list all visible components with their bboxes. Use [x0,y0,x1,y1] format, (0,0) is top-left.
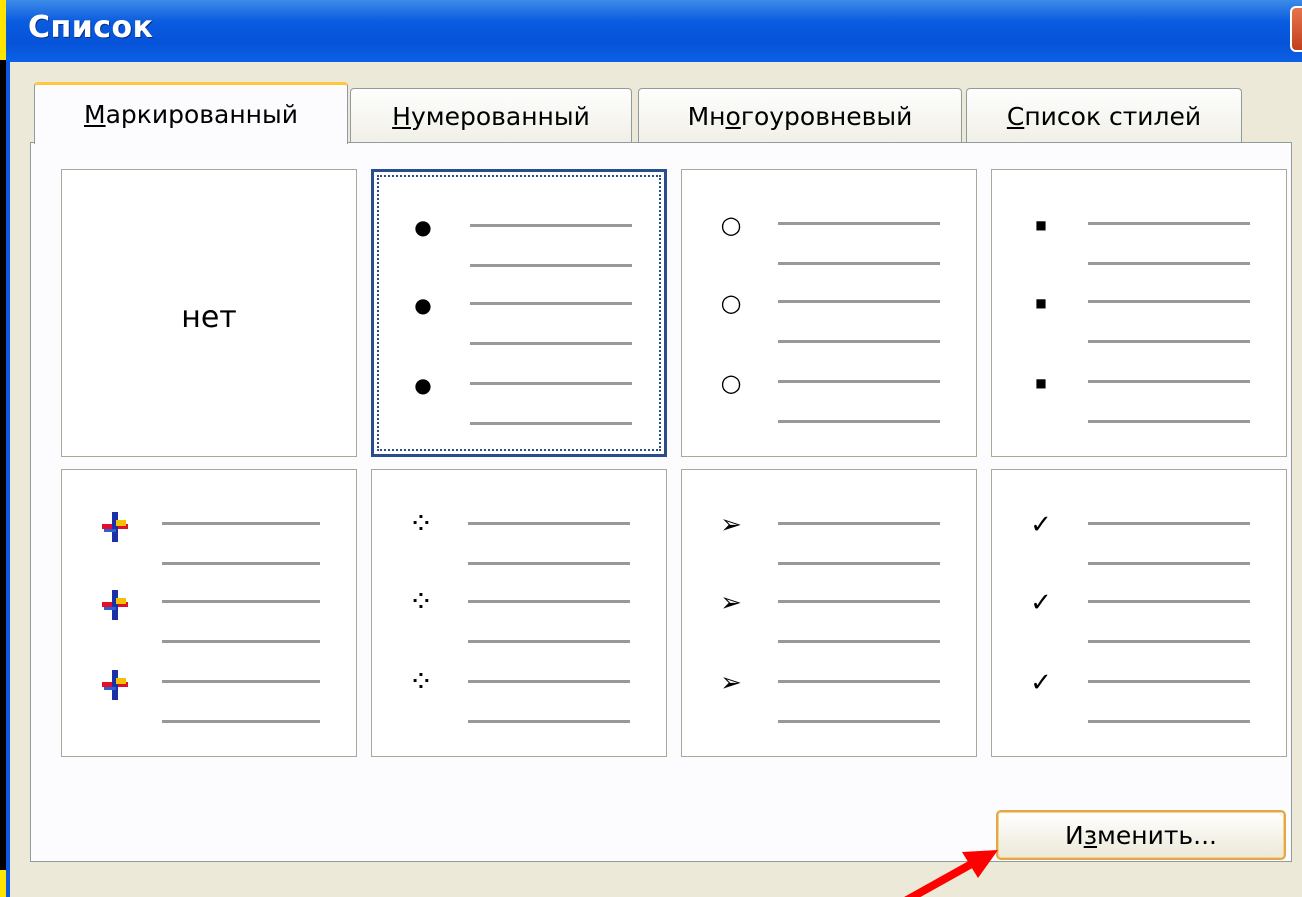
tab-label-u: С [1006,102,1025,131]
checkmark-bullet-icon: ✓ [1030,668,1052,698]
placeholder-line [162,680,320,683]
square-bullet-icon: ■ [1035,376,1047,390]
four-dots-bullet-icon: ⁘ [408,507,434,542]
tab-2[interactable]: Нумерованный [350,88,632,144]
tab-label-post: аркированный [105,100,298,129]
picture-plus-bullet-icon [98,510,128,542]
dialog-title: Список [28,10,154,45]
placeholder-line [1088,340,1250,343]
bullet-gallery-panel: нет ● ● ● ○ ○ ○ ■ ■ ■ ⁘ ⁘ ⁘ ➢ ➢ ➢ ✓ ✓ ✓ [30,142,1292,862]
bullet-style-checkmark[interactable]: ✓ ✓ ✓ [991,469,1287,757]
placeholder-line [1088,562,1250,565]
placeholder-line [1088,222,1250,225]
placeholder-line [778,262,940,265]
placeholder-line [778,720,940,723]
placeholder-line [778,600,940,603]
four-dots-bullet-icon: ⁘ [408,585,434,620]
tab-label-u: Н [392,102,411,131]
checkmark-bullet-icon: ✓ [1030,510,1052,540]
bullet-style-filled-circle[interactable]: ● ● ● [371,169,667,457]
bullet-style-square[interactable]: ■ ■ ■ [991,169,1287,457]
tab-label-post: писок стилей [1024,102,1202,131]
checkmark-bullet-icon: ✓ [1030,588,1052,618]
tab-label-u: о [725,102,741,131]
change-button-label-post: менить... [1097,820,1217,850]
placeholder-line [1088,522,1250,525]
title-bar[interactable]: Список ✕ [6,0,1302,62]
placeholder-line [778,300,940,303]
filled-circle-bullet-icon: ● [414,293,432,317]
picture-plus-bullet-icon [98,588,128,620]
four-dots-bullet-icon: ⁘ [408,665,434,700]
hollow-circle-bullet-icon: ○ [720,369,742,397]
tab-label-pre: Мн [687,102,726,131]
placeholder-line [470,224,632,227]
placeholder-line [1088,720,1250,723]
placeholder-line [470,264,632,267]
placeholder-line [1088,640,1250,643]
placeholder-line [1088,300,1250,303]
change-button-accesskey: з [1083,820,1097,850]
change-button[interactable]: Из менить... [996,810,1286,860]
bullet-style-diamond-dots[interactable]: ⁘ ⁘ ⁘ [371,469,667,757]
close-button[interactable]: ✕ [1290,6,1302,52]
no-bullet-label: нет [181,300,237,335]
placeholder-line [778,522,940,525]
placeholder-line [162,522,320,525]
placeholder-line [778,380,940,383]
placeholder-line [778,340,940,343]
placeholder-line [470,302,632,305]
tab-label-post: умерованный [410,102,590,131]
close-icon: ✕ [1299,11,1302,49]
tab-label-post: гоуровневый [740,102,913,131]
placeholder-line [778,640,940,643]
filled-circle-bullet-icon: ● [414,373,432,397]
placeholder-line [778,680,940,683]
placeholder-line [778,222,940,225]
arrowhead-bullet-icon: ➢ [720,510,742,540]
bullet-style-none[interactable]: нет [61,169,357,457]
placeholder-line [470,422,632,425]
tab-label-u: М [83,100,106,129]
placeholder-line [468,720,630,723]
tab-3[interactable]: Мн о гоуровневый [638,88,962,144]
bullet-style-arrow[interactable]: ➢ ➢ ➢ [681,469,977,757]
placeholder-line [1088,262,1250,265]
placeholder-line [470,382,632,385]
placeholder-line [470,342,632,345]
hollow-circle-bullet-icon: ○ [720,211,742,239]
placeholder-line [468,600,630,603]
square-bullet-icon: ■ [1035,218,1047,232]
placeholder-line [1088,600,1250,603]
arrowhead-bullet-icon: ➢ [720,588,742,618]
picture-plus-bullet-icon [98,668,128,700]
tab-1[interactable]: Маркированный [34,82,348,144]
placeholder-line [778,420,940,423]
filled-circle-bullet-icon: ● [414,215,432,239]
placeholder-line [1088,380,1250,383]
placeholder-line [468,522,630,525]
placeholder-line [468,640,630,643]
bullet-style-picture-plus[interactable] [61,469,357,757]
placeholder-line [468,562,630,565]
bullet-style-hollow-circle[interactable]: ○ ○ ○ [681,169,977,457]
placeholder-line [162,600,320,603]
placeholder-line [162,562,320,565]
tab-4[interactable]: Список стилей [966,88,1242,144]
square-bullet-icon: ■ [1035,296,1047,310]
placeholder-line [1088,680,1250,683]
change-button-label-pre: И [1065,820,1084,850]
placeholder-line [162,720,320,723]
hollow-circle-bullet-icon: ○ [720,289,742,317]
placeholder-line [468,680,630,683]
placeholder-line [1088,420,1250,423]
placeholder-line [162,640,320,643]
placeholder-line [778,562,940,565]
arrowhead-bullet-icon: ➢ [720,668,742,698]
